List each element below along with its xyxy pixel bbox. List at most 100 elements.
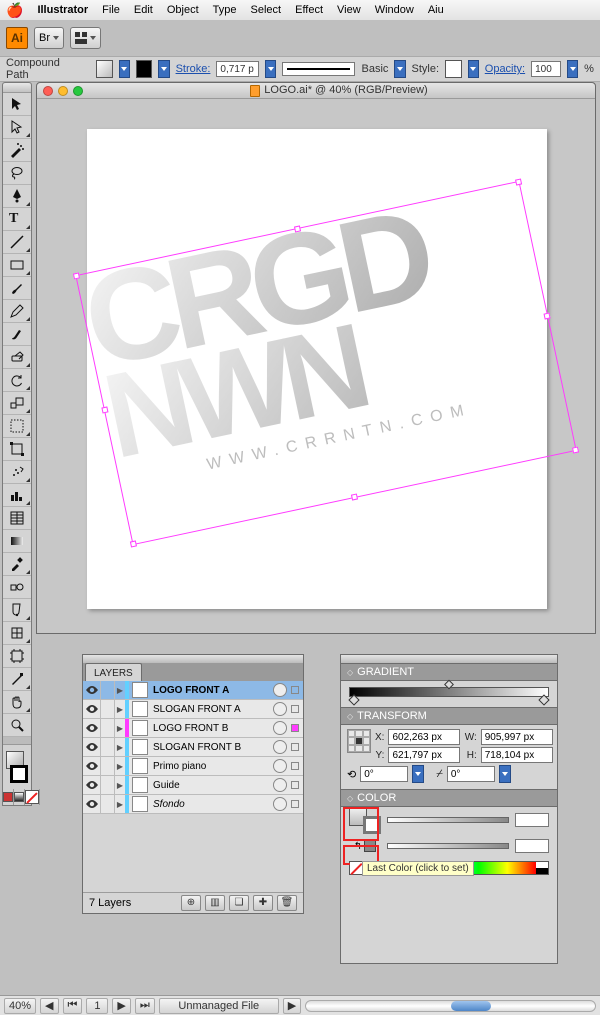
brush-dropdown[interactable] bbox=[394, 60, 405, 78]
transform-section[interactable]: ◇TRANSFORM bbox=[341, 707, 557, 725]
artboard-number[interactable]: 1 bbox=[86, 998, 108, 1014]
rotate-tool[interactable] bbox=[3, 369, 31, 392]
gradient-midpoint[interactable] bbox=[444, 680, 454, 690]
disclosure-triangle[interactable]: ▶ bbox=[115, 705, 125, 714]
lock-toggle[interactable] bbox=[101, 719, 115, 737]
pen-tool[interactable] bbox=[3, 185, 31, 208]
stroke-weight-field[interactable]: 0,717 p bbox=[216, 61, 259, 77]
opacity-dropdown[interactable] bbox=[567, 60, 578, 78]
menu-type[interactable]: Type bbox=[213, 4, 237, 16]
rotate-field[interactable]: 0° bbox=[360, 766, 408, 782]
selection-indicator[interactable] bbox=[291, 781, 299, 789]
gradient-section[interactable]: ◇GRADIENT bbox=[341, 663, 557, 681]
target-icon[interactable] bbox=[273, 702, 287, 716]
selection-indicator[interactable] bbox=[291, 800, 299, 808]
locate-object-button[interactable]: ⊕ bbox=[181, 895, 201, 911]
direct-selection-tool[interactable] bbox=[3, 116, 31, 139]
h-field[interactable]: 718,104 px bbox=[481, 747, 553, 763]
magic-wand-tool[interactable] bbox=[3, 139, 31, 162]
target-icon[interactable] bbox=[273, 721, 287, 735]
tab-layers[interactable]: LAYERS bbox=[85, 663, 142, 681]
layer-name[interactable]: Sfondo bbox=[151, 799, 273, 810]
line-tool[interactable] bbox=[3, 231, 31, 254]
fill-stroke-indicator[interactable] bbox=[3, 745, 31, 789]
arrange-documents-button[interactable] bbox=[70, 27, 101, 49]
color-value[interactable] bbox=[515, 839, 549, 853]
brush-preview[interactable] bbox=[282, 62, 355, 76]
new-layer-button[interactable]: ✚ bbox=[253, 895, 273, 911]
artboard-next[interactable]: ▶ bbox=[112, 998, 130, 1014]
disclosure-triangle[interactable]: ▶ bbox=[115, 781, 125, 790]
layer-row[interactable]: ▶ Guide bbox=[83, 776, 303, 795]
target-icon[interactable] bbox=[273, 797, 287, 811]
opacity-field[interactable]: 100 bbox=[531, 61, 561, 77]
fill-swatch[interactable] bbox=[96, 60, 113, 78]
selection-indicator[interactable] bbox=[291, 724, 299, 732]
visibility-toggle[interactable] bbox=[83, 776, 101, 794]
scale-tool[interactable] bbox=[3, 392, 31, 415]
gradient-ramp[interactable] bbox=[349, 687, 549, 697]
visibility-toggle[interactable] bbox=[83, 738, 101, 756]
x-field[interactable]: 602,263 px bbox=[388, 729, 460, 745]
symbol-sprayer-tool[interactable] bbox=[3, 461, 31, 484]
color-value[interactable] bbox=[515, 813, 549, 827]
stroke-dropdown[interactable] bbox=[158, 60, 169, 78]
menu-object[interactable]: Object bbox=[167, 4, 199, 16]
color-slider[interactable] bbox=[387, 843, 509, 849]
target-icon[interactable] bbox=[273, 683, 287, 697]
eyedropper-tool[interactable] bbox=[3, 553, 31, 576]
disclosure-triangle[interactable]: ▶ bbox=[115, 743, 125, 752]
document-titlebar[interactable]: LOGO.ai* @ 40% (RGB/Preview) bbox=[37, 83, 595, 99]
target-icon[interactable] bbox=[273, 778, 287, 792]
artboard-first[interactable]: ⏮ bbox=[63, 998, 83, 1014]
paintbrush-tool[interactable] bbox=[3, 277, 31, 300]
menu-file[interactable]: File bbox=[102, 4, 120, 16]
panel-gripper[interactable] bbox=[3, 83, 31, 93]
disclosure-triangle[interactable]: ▶ bbox=[115, 724, 125, 733]
menu-effect[interactable]: Effect bbox=[295, 4, 323, 16]
artboard-tool[interactable] bbox=[3, 645, 31, 668]
disclosure-triangle[interactable]: ▶ bbox=[115, 800, 125, 809]
scrollbar-thumb[interactable] bbox=[451, 1001, 491, 1011]
live-paint-tool[interactable] bbox=[3, 599, 31, 622]
canvas[interactable]: CRGD NWN WWW.CRRNTN.COM bbox=[43, 105, 589, 627]
bridge-button[interactable]: Br bbox=[34, 27, 64, 49]
disclosure-triangle[interactable]: ▶ bbox=[115, 762, 125, 771]
zoom-tool[interactable] bbox=[3, 714, 31, 737]
app-menu[interactable]: Illustrator bbox=[37, 4, 88, 16]
minimize-icon[interactable] bbox=[58, 86, 68, 96]
visibility-toggle[interactable] bbox=[83, 719, 101, 737]
layer-row[interactable]: ▶LOGO FRONT A bbox=[83, 681, 303, 700]
status-menu[interactable]: ▶ bbox=[283, 998, 301, 1014]
last-color-swatch[interactable] bbox=[364, 840, 376, 852]
layer-row[interactable]: ▶ LOGO FRONT B bbox=[83, 719, 303, 738]
stroke-color-icon[interactable] bbox=[10, 765, 28, 783]
lock-toggle[interactable] bbox=[101, 795, 115, 813]
target-icon[interactable] bbox=[273, 740, 287, 754]
lock-toggle[interactable] bbox=[101, 681, 115, 699]
gradient-editor[interactable] bbox=[341, 681, 557, 707]
layer-row[interactable]: ▶ Primo piano bbox=[83, 757, 303, 776]
layer-name[interactable]: Guide bbox=[151, 780, 273, 791]
style-dropdown[interactable] bbox=[468, 60, 479, 78]
new-sublayer-button[interactable]: ❏ bbox=[229, 895, 249, 911]
graphic-style-swatch[interactable] bbox=[445, 60, 462, 78]
layer-name[interactable]: SLOGAN FRONT B bbox=[151, 742, 273, 753]
lock-toggle[interactable] bbox=[101, 700, 115, 718]
layer-name[interactable]: LOGO FRONT B bbox=[151, 723, 273, 734]
rotate-presets[interactable] bbox=[412, 765, 424, 783]
eraser-tool[interactable] bbox=[3, 346, 31, 369]
selection-indicator[interactable] bbox=[291, 762, 299, 770]
live-paint-select-tool[interactable] bbox=[3, 622, 31, 645]
gradient-stop[interactable] bbox=[348, 694, 359, 705]
layer-name[interactable]: Primo piano bbox=[151, 761, 273, 772]
hand-tool[interactable] bbox=[3, 691, 31, 714]
zoom-level[interactable]: 40% bbox=[4, 998, 36, 1014]
swap-icon[interactable]: ↰ bbox=[354, 841, 362, 852]
selection-indicator[interactable] bbox=[291, 686, 299, 694]
rectangle-tool[interactable] bbox=[3, 254, 31, 277]
layer-row[interactable]: ▶ Sfondo bbox=[83, 795, 303, 814]
gradient-stop[interactable] bbox=[538, 694, 549, 705]
color-mode-none[interactable] bbox=[25, 789, 40, 805]
w-field[interactable]: 905,997 px bbox=[481, 729, 553, 745]
